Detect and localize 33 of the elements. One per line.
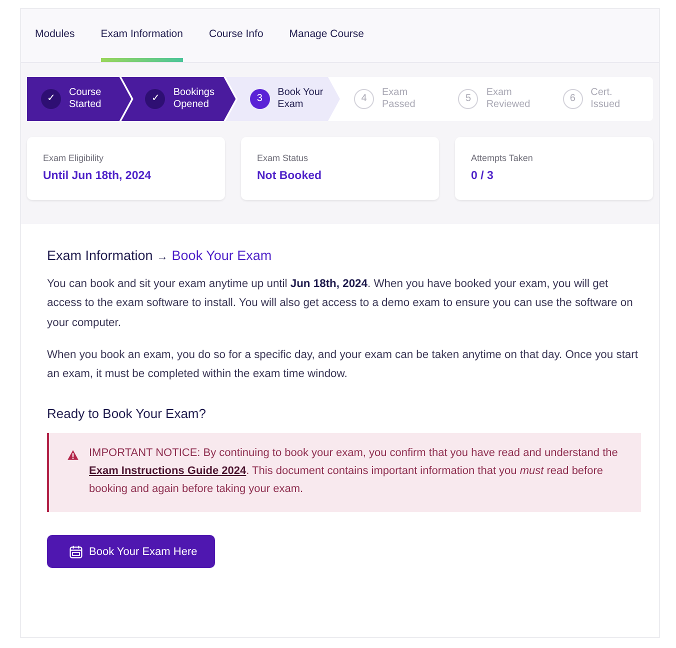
breadcrumb-current: Book Your Exam bbox=[172, 248, 272, 263]
step-label: Exam Reviewed bbox=[486, 87, 532, 111]
step-label: Exam Passed bbox=[382, 87, 416, 111]
notice-text: IMPORTANT NOTICE: By continuing to book your exam, you confirm that you have read and understand the Exam Instructions Guide 2024. This document contains important information that you must read before booking and again before taking your exam. bbox=[89, 446, 619, 497]
stat-value: Not Booked bbox=[257, 170, 323, 182]
stat-label: Exam Eligibility bbox=[43, 153, 105, 163]
calendar-icon bbox=[69, 544, 83, 559]
breadcrumb-parent[interactable]: Exam Information bbox=[47, 248, 153, 263]
step-number: 5 bbox=[458, 89, 478, 109]
paragraph: You can book and sit your exam anytime up until Jun 18th, 2024. When you have booked your exam, you will get access to the exam software to install. You will also get access to a demo exam to ensure you can use the software on your computer. bbox=[47, 277, 634, 331]
breadcrumb-separator: → bbox=[156, 251, 168, 263]
stat-label: Attempts Taken bbox=[471, 153, 534, 163]
book-exam-button[interactable]: Book Your Exam Here bbox=[47, 535, 216, 568]
paragraph: When you book an exam, you do so for a specific day, and your exam can be taken anytime on that day. Once you start an exam, it must be completed within the exam time window. bbox=[47, 348, 639, 382]
step-number: 4 bbox=[354, 89, 374, 109]
guide-link[interactable]: Exam Instructions Guide 2024 bbox=[89, 464, 246, 477]
tab[interactable]: Modules bbox=[35, 28, 75, 62]
step-number: 6 bbox=[562, 89, 583, 109]
stat-value: Until Jun 18th, 2024 bbox=[43, 170, 152, 182]
tab[interactable]: Course Info bbox=[209, 28, 264, 62]
step-number: 3 bbox=[250, 89, 270, 109]
tab[interactable]: Manage Course bbox=[289, 28, 364, 62]
stat-value: 0 / 3 bbox=[471, 170, 494, 182]
tab[interactable]: Exam Information bbox=[100, 28, 183, 62]
stat-label: Exam Status bbox=[257, 153, 310, 163]
section-heading: Ready to Book Your Exam? bbox=[47, 406, 207, 422]
warning-icon bbox=[67, 449, 79, 462]
check-icon: ✓ bbox=[41, 89, 61, 109]
step-label: Bookings Opened bbox=[173, 87, 216, 111]
step-label: Book Your Exam bbox=[278, 87, 324, 111]
step-label: Course Started bbox=[69, 87, 102, 111]
check-icon: ✓ bbox=[145, 89, 166, 109]
step-label: Cert. Issued bbox=[590, 87, 622, 111]
